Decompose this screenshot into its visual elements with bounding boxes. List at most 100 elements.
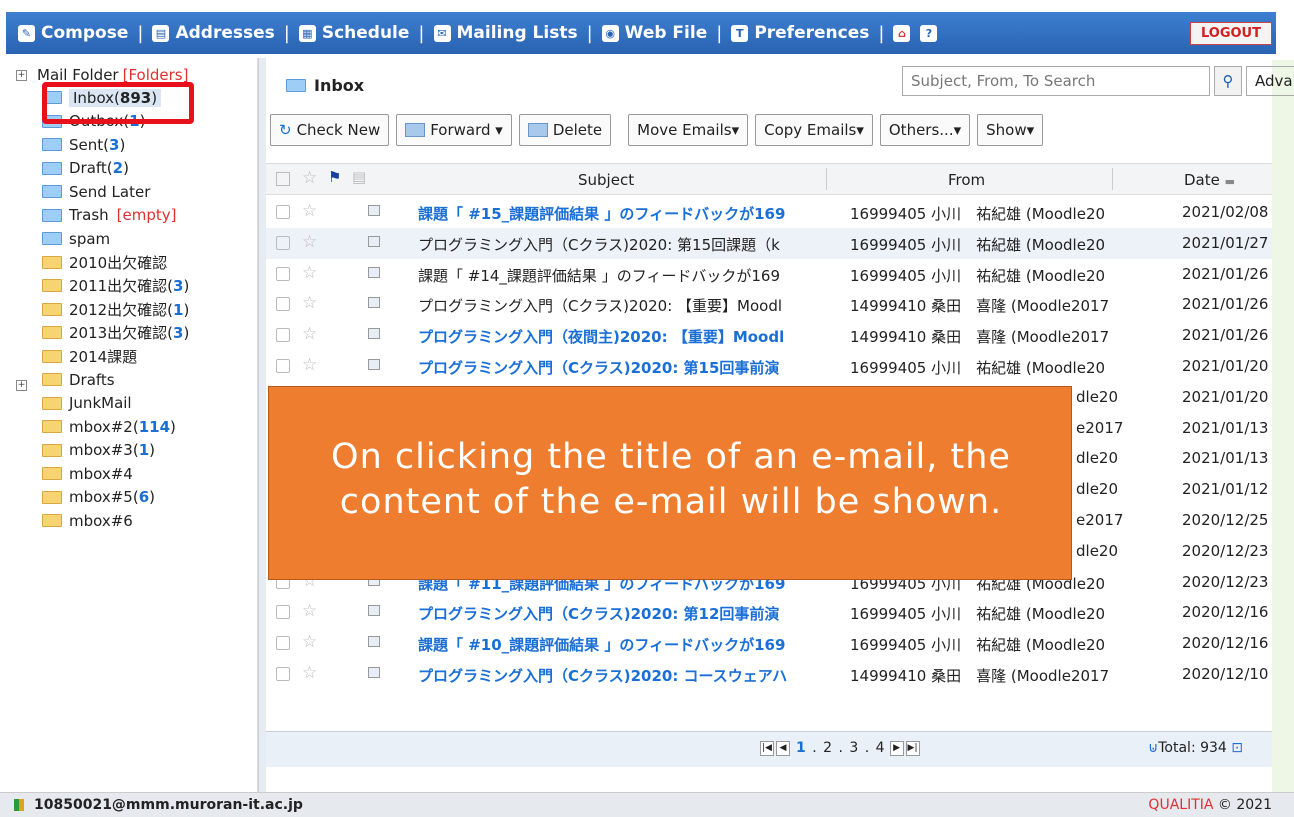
subject-column[interactable]: Subject <box>578 171 634 189</box>
web-file-icon: ◉ <box>601 24 619 42</box>
panel-splitter[interactable] <box>258 58 266 792</box>
attachment-column-icon[interactable]: ▤ <box>352 168 366 186</box>
first-page-icon[interactable]: |◀ <box>760 740 774 756</box>
table-row[interactable]: ☆ プログラミング入門（Cクラス)2020: 【重要】Moodl 14999410 … <box>266 289 1272 320</box>
expand-icon[interactable]: + <box>16 69 27 81</box>
email-subject[interactable]: プログラミング入門（Cクラス)2020: コースウェアハ <box>418 665 846 686</box>
star-icon[interactable]: ☆ <box>302 355 317 375</box>
email-subject[interactable]: プログラミング入門（Cクラス)2020: 【重要】Moodl <box>418 295 846 316</box>
pager: |◀ ◀ 1 . 2 . 3 . 4 ▶ ▶| <box>760 740 922 756</box>
date-column[interactable]: Date ▬ <box>1184 171 1235 189</box>
web-file-menu[interactable]: ◉ Web File <box>601 23 707 43</box>
star-icon[interactable]: ☆ <box>302 293 317 313</box>
folder-item[interactable]: 2012出欠確認(1) <box>42 298 189 322</box>
schedule-menu[interactable]: ▦ Schedule <box>298 23 409 43</box>
unread-count: 1 <box>138 441 150 460</box>
others-button[interactable]: Others...▾ <box>879 114 971 146</box>
addresses-menu[interactable]: ▤ Addresses <box>152 23 275 43</box>
table-row[interactable]: ☆ プログラミング入門（Cクラス)2020: 第15回事前演 16999405 小川… <box>266 351 1272 382</box>
row-checkbox[interactable] <box>276 358 290 373</box>
compose-menu[interactable]: ✎ Compose <box>18 23 128 43</box>
table-row[interactable]: ☆ プログラミング入門（Cクラス)2020: 第15回課題（k 16999405 小… <box>266 227 1272 259</box>
home-icon[interactable]: ⌂ <box>893 24 911 42</box>
email-subject[interactable]: プログラミング入門（Cクラス)2020: 第15回課題（k <box>418 234 846 255</box>
folder-icon <box>42 232 62 246</box>
folder-item[interactable]: Drafts <box>42 368 189 392</box>
preferences-menu[interactable]: T Preferences <box>731 23 869 43</box>
column-divider[interactable] <box>1112 168 1113 190</box>
star-column-icon[interactable]: ☆ <box>302 168 317 188</box>
row-checkbox[interactable] <box>276 297 290 312</box>
delete-icon <box>527 123 548 137</box>
search-input[interactable]: Subject, From, To Search <box>902 66 1210 96</box>
folder-item[interactable]: mbox#5(6) <box>42 486 189 510</box>
prev-page-icon[interactable]: ◀ <box>776 740 790 756</box>
table-row[interactable]: ☆ 課題「 #14_課題評価結果 」のフィードバックが169 16999405 小川… <box>266 259 1272 290</box>
check-new-button[interactable]: ↻ Check New <box>270 114 390 146</box>
table-row[interactable]: ☆ プログラミング入門（Cクラス)2020: 第12回事前演 16999405 小川… <box>266 597 1272 628</box>
mailing-lists-menu[interactable]: ✉ Mailing Lists <box>433 23 578 43</box>
folder-item[interactable]: mbox#4 <box>42 462 189 486</box>
folder-item[interactable]: Trash [empty] <box>42 204 189 228</box>
email-subject[interactable]: プログラミング入門（Cクラス)2020: 第15回事前演 <box>418 357 846 378</box>
email-subject[interactable]: プログラミング入門（Cクラス)2020: 第12回事前演 <box>418 603 846 624</box>
help-icon[interactable]: ? <box>920 24 938 42</box>
copy-emails-button[interactable]: Copy Emails▾ <box>755 114 873 146</box>
flag-column-icon[interactable]: ⚑ <box>328 168 341 186</box>
folder-item[interactable]: spam <box>42 227 189 251</box>
row-checkbox[interactable] <box>276 636 290 651</box>
star-icon[interactable]: ☆ <box>302 632 317 652</box>
show-button[interactable]: Show▾ <box>977 114 1044 146</box>
select-all-checkbox[interactable] <box>276 172 290 186</box>
search-button[interactable]: ⚲ <box>1214 66 1242 96</box>
email-from: e2017 <box>1076 418 1124 437</box>
table-row[interactable]: ☆ 課題「 #15_課題評価結果 」のフィードバックが169 16999405 小川… <box>266 197 1272 228</box>
folder-label: Drafts <box>69 370 115 389</box>
star-icon[interactable]: ☆ <box>302 601 317 621</box>
folder-item[interactable]: Send Later <box>42 180 189 204</box>
mail-status-icon <box>368 636 380 648</box>
star-icon[interactable]: ☆ <box>302 201 317 221</box>
expand-2014-icon[interactable]: + <box>16 380 27 391</box>
folder-item[interactable]: mbox#2(114) <box>42 415 189 439</box>
folder-item[interactable]: Draft(2) <box>42 157 189 181</box>
empty-trash-link[interactable]: [empty] <box>117 206 177 224</box>
folder-item[interactable]: 2014課題 <box>42 345 189 369</box>
row-checkbox[interactable] <box>276 205 290 219</box>
row-checkbox[interactable] <box>276 266 290 281</box>
folder-item[interactable]: 2010出欠確認 <box>42 251 189 275</box>
star-icon[interactable]: ☆ <box>302 263 317 283</box>
folder-item[interactable]: 2013出欠確認(3) <box>42 321 189 345</box>
next-page-icon[interactable]: ▶ <box>889 740 904 756</box>
star-icon[interactable]: ☆ <box>302 232 317 252</box>
page-numbers[interactable]: 1 . 2 . 3 . 4 <box>796 740 886 756</box>
move-emails-button[interactable]: Move Emails▾ <box>628 114 749 146</box>
row-checkbox[interactable] <box>276 235 290 250</box>
table-row[interactable]: ☆ 課題「 #10_課題評価結果 」のフィードバックが169 16999405 小川… <box>266 628 1272 659</box>
table-row[interactable]: ☆ プログラミング入門（夜間主)2020: 【重要】Moodl 14999410 桑… <box>266 320 1272 351</box>
email-subject[interactable]: 課題「 #15_課題評価結果 」のフィードバックが169 <box>418 203 846 224</box>
folder-item[interactable]: mbox#3(1) <box>42 439 189 463</box>
row-checkbox[interactable] <box>276 605 290 620</box>
column-divider[interactable] <box>826 168 827 190</box>
folder-item[interactable]: mbox#6 <box>42 509 189 533</box>
row-checkbox[interactable] <box>276 328 290 343</box>
star-icon[interactable]: ☆ <box>302 663 317 683</box>
folder-item[interactable]: JunkMail <box>42 392 189 416</box>
last-page-icon[interactable]: ▶| <box>905 740 920 756</box>
advanced-search-button[interactable]: Advanc <box>1246 66 1294 96</box>
folder-item[interactable]: 2011出欠確認(3) <box>42 274 189 298</box>
forward-button[interactable]: Forward ▾ <box>396 114 512 146</box>
from-column[interactable]: From <box>948 171 985 189</box>
logout-button[interactable]: LOGOUT <box>1189 22 1272 45</box>
email-subject[interactable]: 課題「 #14_課題評価結果 」のフィードバックが169 <box>418 265 846 286</box>
folder-icon <box>42 255 62 269</box>
export-icon[interactable]: ⊡ <box>1231 740 1243 756</box>
email-subject[interactable]: 課題「 #10_課題評価結果 」のフィードバックが169 <box>418 634 846 655</box>
delete-button[interactable]: Delete <box>518 114 612 146</box>
email-subject[interactable]: プログラミング入門（夜間主)2020: 【重要】Moodl <box>418 326 846 347</box>
folder-item[interactable]: Sent(3) <box>42 133 189 157</box>
table-row[interactable]: ☆ プログラミング入門（Cクラス)2020: コースウェアハ 14999410 桑田… <box>266 659 1272 690</box>
star-icon[interactable]: ☆ <box>302 324 317 344</box>
row-checkbox[interactable] <box>276 666 290 681</box>
